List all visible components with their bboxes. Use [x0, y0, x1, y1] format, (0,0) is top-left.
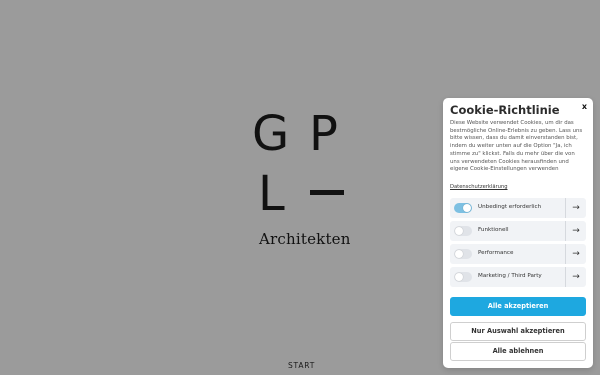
category-necessary: Unbedingt erforderlich →	[450, 198, 586, 218]
toggle-performance[interactable]	[454, 249, 472, 259]
category-label: Unbedingt erforderlich	[478, 204, 542, 210]
logo-letter-g: G	[252, 106, 290, 162]
accept-all-button[interactable]: Alle akzeptieren	[450, 297, 586, 316]
cookie-description: Diese Website verwendet Cookies, um dir …	[450, 120, 583, 173]
toggle-necessary[interactable]	[454, 203, 472, 213]
arrow-right-icon[interactable]: →	[565, 221, 586, 241]
category-performance: Performance →	[450, 244, 586, 264]
toggle-knob	[455, 273, 463, 281]
privacy-link[interactable]: Datenschutzerklärung	[450, 184, 508, 190]
arrow-right-icon[interactable]: →	[565, 198, 586, 218]
cookie-title: Cookie-Richtlinie	[450, 103, 560, 117]
toggle-knob	[455, 250, 463, 258]
category-label: Performance	[478, 250, 514, 256]
arrow-right-icon[interactable]: →	[565, 267, 586, 287]
close-button[interactable]: x	[582, 102, 587, 111]
toggle-knob	[463, 204, 471, 212]
toggle-functional[interactable]	[454, 226, 472, 236]
category-functional: Funktionell →	[450, 221, 586, 241]
category-label: Funktionell	[478, 227, 509, 233]
toggle-knob	[455, 227, 463, 235]
start-link[interactable]: START	[288, 361, 315, 370]
category-label: Marketing / Third Party	[478, 273, 542, 279]
arrow-right-icon[interactable]: →	[565, 244, 586, 264]
logo-dash	[310, 190, 344, 195]
reject-all-button[interactable]: Alle ablehnen	[450, 342, 586, 361]
logo-letter-l: L	[258, 166, 285, 222]
toggle-marketing[interactable]	[454, 272, 472, 282]
gpl-logo: G P L Architekten	[250, 108, 350, 248]
logo-letter-p: P	[309, 106, 338, 162]
category-marketing: Marketing / Third Party →	[450, 267, 586, 287]
cookie-panel: Cookie-Richtlinie x Diese Website verwen…	[443, 98, 593, 368]
accept-selection-button[interactable]: Nur Auswahl akzeptieren	[450, 322, 586, 341]
logo-wordmark: Architekten	[259, 230, 351, 248]
